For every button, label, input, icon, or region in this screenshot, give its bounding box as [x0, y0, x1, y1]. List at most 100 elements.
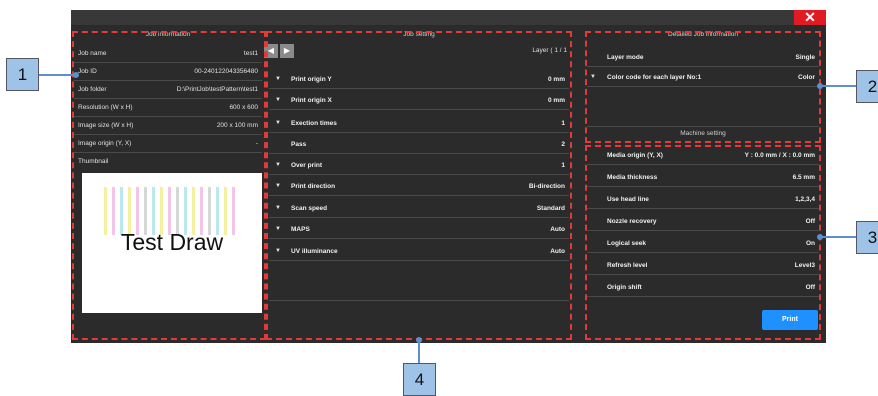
job-setting-panel: Job setting ◀ ▶ Layer ( 1 / 1 ▼ Print ori…: [264, 31, 569, 338]
use-head-line-row[interactable]: Use head line 1,2,3,4: [587, 191, 819, 209]
row-label: MAPS: [291, 226, 310, 233]
setting-row[interactable]: ▼ UV illuminance Auto: [269, 243, 569, 261]
callout-line: [822, 85, 858, 87]
row-label: Resolution (W x H): [78, 104, 133, 111]
thumb-stripe: [216, 187, 219, 235]
callout-dot: [817, 83, 823, 89]
resolution-row: Resolution (W x H) 600 x 600: [74, 99, 262, 117]
expand-arrow-icon: ▼: [275, 162, 281, 168]
expand-arrow-icon: ▼: [275, 76, 281, 82]
close-button[interactable]: ✕: [794, 10, 826, 25]
expand-arrow-icon: ▼: [275, 226, 281, 232]
row-label: Thumbnail: [78, 158, 109, 165]
callout-line: [822, 236, 858, 238]
row-value: Color: [798, 74, 815, 81]
callout-2: 2: [856, 70, 878, 103]
row-label: Job folder: [78, 86, 107, 93]
setting-row[interactable]: ▼ Exection times 1: [269, 115, 569, 133]
row-value: 00-240122043356480: [194, 68, 258, 75]
thumbnail-row: Thumbnail: [74, 153, 262, 170]
row-value: 0 mm: [548, 76, 565, 83]
row-value: 1: [561, 120, 565, 127]
row-label: Nozzle recovery: [607, 218, 657, 225]
row-label: Scan speed: [291, 205, 328, 212]
row-value: Bi-direction: [528, 183, 565, 190]
next-layer-button[interactable]: ▶: [280, 44, 294, 58]
callout-4: 4: [403, 363, 436, 396]
callout-dot: [73, 72, 79, 78]
job-name-row: Job name test1: [74, 45, 262, 63]
row-label: Print origin Y: [291, 76, 332, 83]
divider: [269, 300, 569, 301]
nozzle-recovery-row[interactable]: Nozzle recovery Off: [587, 213, 819, 231]
row-value: Single: [795, 54, 815, 61]
panel-title: Detailed Job information: [667, 31, 739, 38]
media-thickness-row[interactable]: Media thickness 6.5 mm: [587, 169, 819, 187]
color-code-row[interactable]: ▼ Color code for each layer No:1 Color: [587, 69, 819, 87]
callout-dot: [416, 337, 422, 343]
row-value: 200 x 100 mm: [216, 122, 258, 129]
row-value: D:\PrintJob\testPattern\test1: [176, 86, 258, 93]
row-label: Print direction: [291, 183, 336, 190]
row-label: Layer mode: [607, 54, 644, 61]
thumb-stripe: [136, 187, 139, 235]
row-value: test1: [243, 50, 258, 57]
detailed-job-panel: Detailed Job information Layer mode Singl…: [587, 31, 819, 142]
row-label: Color code for each layer No:1: [607, 74, 702, 81]
image-size-row: Image size (W x H) 200 x 100 mm: [74, 117, 262, 135]
expand-arrow-icon: ▼: [590, 74, 596, 80]
title-bar: [71, 10, 826, 25]
machine-setting-title: Machine setting: [587, 126, 819, 141]
thumb-stripe: [176, 187, 179, 235]
thumbnail-image: Test Draw: [82, 173, 262, 313]
row-label: Print origin X: [291, 97, 332, 104]
prev-layer-button[interactable]: ◀: [264, 44, 278, 58]
row-value: Auto: [550, 248, 565, 255]
origin-shift-row[interactable]: Origin shift Off: [587, 279, 819, 297]
row-label: Refresh level: [607, 262, 648, 269]
thumb-stripe: [160, 187, 163, 235]
row-value: 1,2,3,4: [795, 196, 815, 203]
row-label: Image size (W x H): [78, 122, 134, 129]
layer-mode-row[interactable]: Layer mode Single: [587, 49, 819, 67]
thumb-stripe: [184, 187, 187, 235]
row-value: Auto: [550, 226, 565, 233]
row-label: Image origin (Y, X): [78, 140, 132, 147]
thumb-stripe: [120, 187, 123, 235]
callout-1: 1: [6, 58, 39, 91]
job-folder-row: Job folder D:\PrintJob\testPattern\test1: [74, 81, 262, 99]
row-label: Media thickness: [607, 174, 658, 181]
setting-row[interactable]: ▼ Print origin X 0 mm: [269, 92, 569, 110]
row-value: Off: [805, 284, 815, 291]
setting-row[interactable]: ▼ Over print 1: [269, 157, 569, 175]
row-value: -: [255, 140, 258, 147]
thumb-stripe: [200, 187, 203, 235]
row-value: 1: [561, 162, 565, 169]
thumb-stripe: [224, 187, 227, 235]
row-value: Off: [805, 218, 815, 225]
row-label: Job ID: [78, 68, 97, 75]
setting-row[interactable]: ▼ MAPS Auto: [269, 221, 569, 239]
logical-seek-row[interactable]: Logical seek On: [587, 235, 819, 253]
expand-arrow-icon: ▼: [275, 120, 281, 126]
row-value: Standard: [536, 205, 565, 212]
media-origin-row[interactable]: Media origin (Y, X) Y : 0.0 mm / X : 0.0 …: [587, 147, 819, 165]
refresh-level-row[interactable]: Refresh level Level3: [587, 257, 819, 275]
callout-3: 3: [856, 221, 878, 254]
image-origin-row: Image origin (Y, X) -: [74, 135, 262, 153]
expand-arrow-icon: ▼: [275, 205, 281, 211]
print-button[interactable]: Print: [762, 310, 818, 330]
layer-indicator: Layer ( 1 / 1: [532, 47, 567, 54]
thumbnail-text: Test Draw: [120, 229, 224, 255]
thumb-stripe: [112, 187, 115, 235]
panel-title: Job setting: [403, 31, 435, 38]
setting-row[interactable]: ▼ Print direction Bi-direction: [269, 178, 569, 196]
row-label: Over print: [291, 162, 323, 169]
setting-row[interactable]: Pass 2: [269, 136, 569, 154]
setting-row[interactable]: ▼ Print origin Y 0 mm: [269, 71, 569, 89]
setting-row[interactable]: ▼ Scan speed Standard: [269, 200, 569, 218]
thumb-stripe: [232, 187, 235, 235]
row-label: Pass: [291, 141, 307, 148]
row-value: Y : 0.0 mm / X : 0.0 mm: [744, 152, 815, 159]
row-value: 6.5 mm: [792, 174, 815, 181]
